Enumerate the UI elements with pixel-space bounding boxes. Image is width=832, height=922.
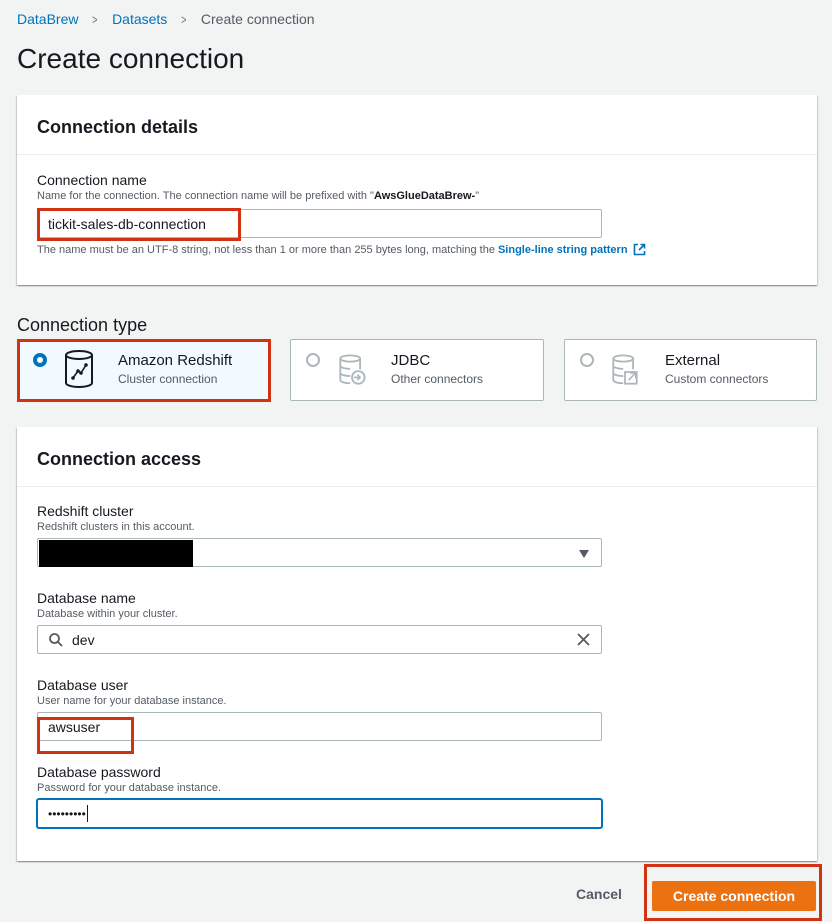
database-password-value: ••••••••• [48,806,86,821]
redshift-icon [65,350,93,389]
radio-unselected[interactable] [306,353,320,367]
breadcrumb-current: Create connection [200,11,315,27]
tile-title: External [665,352,721,369]
database-user-value: awsuser [48,718,101,735]
connection-name-value: tickit-sales-db-connection [48,215,206,232]
tile-title: JDBC [391,352,431,369]
tile-subtitle: Other connectors [391,372,484,386]
chevron-right-icon: > [92,11,98,27]
connection-name-constraint: The name must be an UTF-8 string, not le… [37,243,797,256]
database-name-label: Database name [37,590,136,606]
connection-type-external[interactable]: External Custom connectors [564,339,817,401]
connection-name-label: Connection name [37,172,147,188]
connection-name-description: Name for the connection. The connection … [37,189,797,203]
chevron-right-icon: > [181,11,187,27]
panel-title: Connection details [37,117,199,137]
database-name-value: dev [72,631,95,648]
close-icon[interactable] [576,632,591,647]
database-name-input[interactable]: dev [37,625,602,654]
tile-subtitle: Custom connectors [665,372,769,386]
connection-name-input[interactable]: tickit-sales-db-connection [37,209,602,238]
database-user-label: Database user [37,677,129,693]
panel-body: Connection name Name for the connection.… [17,155,817,256]
description-text: Name for the connection. The connection … [37,190,374,202]
breadcrumb-databrew[interactable]: DataBrew [17,11,78,27]
database-user-description: User name for your database instance. [37,695,227,707]
create-connection-button[interactable]: Create connection [652,881,816,911]
connection-type-label: Connection type [17,315,148,335]
breadcrumb-datasets[interactable]: Datasets [112,11,167,27]
prefix-value: AwsGlueDataBrew- [373,190,476,202]
text-cursor [86,805,88,822]
search-icon [49,633,63,647]
database-user-input[interactable]: awsuser [37,712,602,741]
tile-title: Amazon Redshift [118,352,233,369]
description-text-end: " [475,190,480,202]
database-password-description: Password for your database instance. [37,782,222,794]
tile-subtitle: Cluster connection [118,372,218,386]
external-link-icon[interactable] [633,243,646,256]
database-password-input[interactable]: ••••••••• [37,799,602,828]
page-title: Create connection [17,43,245,74]
single-line-string-pattern-link[interactable]: Single-line string pattern [498,244,628,256]
connection-type-redshift[interactable]: Amazon Redshift Cluster connection [17,339,271,401]
breadcrumb: DataBrew > Datasets > Create connection [17,11,315,27]
database-password-label: Database password [37,764,161,780]
redshift-cluster-label: Redshift cluster [37,503,134,519]
panel-title: Connection access [37,449,202,469]
panel-header: Connection access [17,427,817,487]
radio-unselected[interactable] [580,353,594,367]
panel-body: Redshift cluster Redshift clusters in th… [17,487,817,828]
panel-header: Connection details [17,95,817,155]
external-database-icon [612,354,638,385]
redacted-value [39,540,193,567]
database-name-description: Database within your cluster. [37,608,178,620]
constraint-text: The name must be an UTF-8 string, not le… [37,243,495,256]
redshift-cluster-select[interactable] [37,538,602,567]
connection-details-panel: Connection details Connection name Name … [17,95,817,285]
redshift-cluster-description: Redshift clusters in this account. [37,521,195,533]
connection-type-jdbc[interactable]: JDBC Other connectors [290,339,544,401]
radio-selected[interactable] [33,353,47,367]
caret-down-icon [579,550,589,558]
jdbc-database-icon [339,354,366,385]
connection-access-panel: Connection access Redshift cluster Redsh… [17,427,817,861]
cancel-button[interactable]: Cancel [576,886,622,902]
